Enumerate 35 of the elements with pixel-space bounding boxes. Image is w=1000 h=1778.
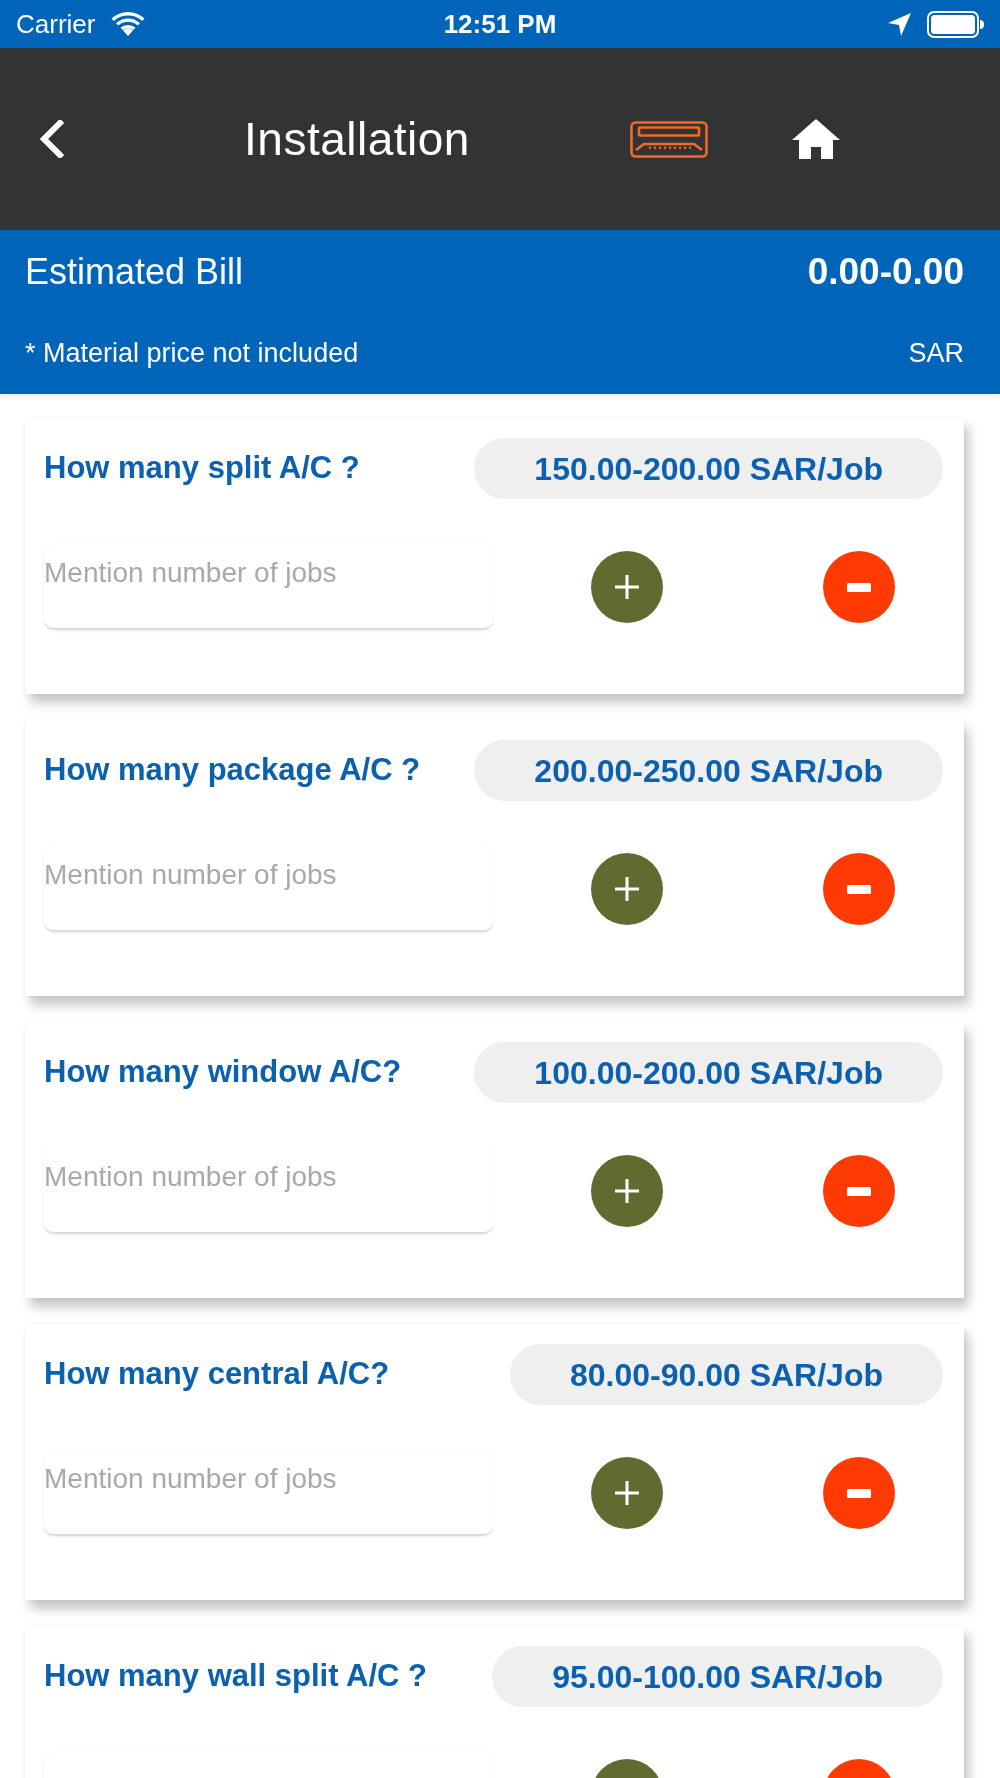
jobs-input[interactable]: Mention number of jobs bbox=[44, 544, 493, 630]
minus-icon bbox=[847, 884, 871, 894]
minus-icon bbox=[847, 1488, 871, 1498]
wifi-icon bbox=[111, 12, 146, 36]
estimate-label: Estimated Bill bbox=[25, 252, 244, 292]
price-tag: 150.00-200.00 SAR/Job bbox=[474, 438, 943, 499]
air-conditioner-icon bbox=[630, 120, 708, 158]
home-icon[interactable] bbox=[792, 119, 840, 159]
back-icon[interactable] bbox=[38, 120, 64, 158]
location-arrow-icon bbox=[888, 12, 911, 36]
carrier-name: Carrier bbox=[16, 11, 96, 37]
question-label: How many package A/C ? bbox=[44, 753, 421, 788]
question-label: How many split A/C ? bbox=[44, 451, 360, 486]
price-tag: 95.00-100.00 SAR/Job bbox=[492, 1646, 943, 1707]
jobs-input[interactable]: Mention number of jobs bbox=[44, 846, 493, 932]
question-label: How many wall split A/C ? bbox=[44, 1659, 427, 1694]
jobs-input[interactable]: Mention number of jobs bbox=[44, 1148, 493, 1234]
minus-icon bbox=[847, 1186, 871, 1196]
question-label: How many central A/C? bbox=[44, 1357, 390, 1392]
currency-label: SAR bbox=[908, 339, 964, 369]
clock-time: 12:51 PM bbox=[443, 11, 557, 37]
battery-icon bbox=[927, 10, 984, 38]
plus-icon bbox=[615, 1179, 639, 1203]
price-note: * Material price not included bbox=[25, 339, 359, 369]
question-label: How many window A/C? bbox=[44, 1055, 402, 1090]
price-tag: 100.00-200.00 SAR/Job bbox=[474, 1042, 943, 1103]
minus-icon bbox=[847, 582, 871, 592]
price-tag: 200.00-250.00 SAR/Job bbox=[474, 740, 943, 801]
plus-icon bbox=[615, 877, 639, 901]
jobs-input[interactable]: Mention number of jobs bbox=[44, 1450, 493, 1536]
estimate-amount: 0.00-0.00 bbox=[807, 251, 964, 293]
plus-icon bbox=[615, 575, 639, 599]
price-tag: 80.00-90.00 SAR/Job bbox=[509, 1344, 943, 1405]
screen-title: Installation bbox=[243, 113, 471, 165]
plus-icon bbox=[615, 1481, 639, 1505]
